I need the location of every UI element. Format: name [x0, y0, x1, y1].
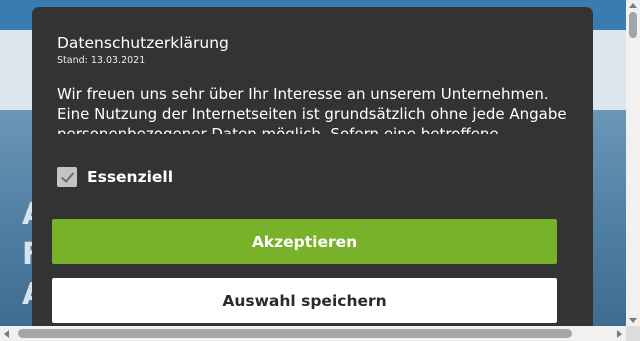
essential-checkbox[interactable] [57, 167, 77, 187]
horizontal-scrollbar[interactable] [0, 326, 640, 341]
scroll-left-arrow-icon[interactable] [4, 330, 9, 338]
save-selection-button[interactable]: Auswahl speichern [52, 278, 557, 323]
vertical-scrollbar[interactable] [626, 0, 640, 326]
scroll-right-arrow-icon[interactable] [617, 330, 622, 338]
privacy-consent-dialog: Datenschutzerklärung Stand: 13.03.2021 W… [32, 7, 593, 337]
essential-checkbox-label[interactable]: Essenziell [87, 168, 173, 186]
dialog-title: Datenschutzerklärung [57, 34, 229, 52]
dialog-body-text[interactable]: Wir freuen uns sehr über Ihr Interesse a… [57, 84, 567, 134]
scroll-up-arrow-icon[interactable] [629, 3, 637, 8]
accept-button[interactable]: Akzeptieren [52, 219, 557, 264]
vertical-scroll-thumb[interactable] [629, 12, 637, 38]
horizontal-scroll-thumb[interactable] [18, 329, 572, 338]
scrollbar-corner [626, 326, 640, 341]
checkmark-icon [60, 169, 75, 183]
scroll-down-arrow-icon[interactable] [629, 318, 637, 323]
dialog-date: Stand: 13.03.2021 [57, 55, 146, 66]
